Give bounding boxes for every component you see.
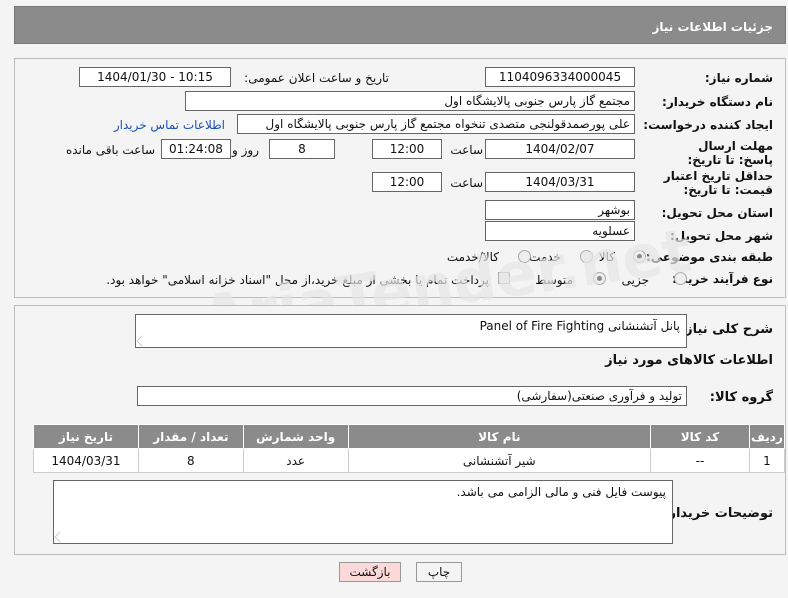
reply-deadline-date[interactable]: 1404/02/07 [485, 139, 635, 159]
buyer-notes-text: پیوست فایل فنی و مالی الزامی می باشد. [456, 485, 666, 499]
goods-panel: شرح کلی نیاز: پانل آتشنشانی Panel of Fir… [14, 305, 786, 555]
cell-goods-code: -- [650, 448, 750, 473]
print-button[interactable]: چاپ [416, 562, 462, 582]
announce-datetime-label: تاریخ و ساعت اعلان عمومی: [244, 71, 389, 85]
general-description-field[interactable]: پانل آتشنشانی Panel of Fire Fighting [135, 314, 687, 348]
time-remaining-field[interactable]: 01:24:08 [161, 139, 231, 159]
page-header: جزئیات اطلاعات نیاز [14, 6, 786, 44]
requester-label: ایجاد کننده درخواست: [643, 118, 773, 132]
cell-row-number: 1 [748, 448, 786, 473]
page-title: جزئیات اطلاعات نیاز [652, 20, 773, 34]
days-remaining-field[interactable]: 8 [269, 139, 335, 159]
province-field[interactable]: بوشهر [485, 200, 635, 220]
announce-datetime-field[interactable]: 1404/01/30 - 10:15 [79, 67, 231, 87]
resize-grip-icon[interactable] [136, 335, 148, 347]
col-row-number: ردیف [748, 424, 786, 449]
requester-field[interactable]: علی پورصمدقولنجی متصدی تنخواه مجتمع گاز … [237, 114, 635, 134]
buyer-org-field[interactable]: مجتمع گاز پارس جنوبی پالایشگاه اول [185, 91, 635, 111]
cell-quantity: 8 [137, 448, 244, 473]
price-validity-date[interactable]: 1404/03/31 [485, 172, 635, 192]
general-description-label: شرح کلی نیاز: [679, 322, 773, 337]
buyer-notes-label: توضیحات خریدار: [663, 506, 773, 521]
table-row[interactable]: 1 -- شیر آتشنشانی عدد 8 1404/03/31 [33, 448, 786, 473]
need-number-field[interactable]: 1104096334000045 [485, 67, 635, 87]
goods-group-label: گروه کالا: [709, 390, 773, 405]
back-button[interactable]: بازگشت [339, 562, 401, 582]
need-number-label: شماره نیاز: [704, 71, 773, 85]
buyer-org-label: نام دستگاه خریدار: [662, 95, 773, 109]
reply-deadline-time-label: ساعت [450, 143, 483, 157]
goods-table-header: ردیف کد کالا نام کالا واحد شمارش تعداد /… [33, 424, 786, 449]
reply-deadline-time[interactable]: 12:00 [372, 139, 442, 159]
buyer-notes-field[interactable]: پیوست فایل فنی و مالی الزامی می باشد. [53, 480, 673, 544]
col-goods-code: کد کالا [650, 424, 750, 449]
goods-info-title: اطلاعات کالاهای مورد نیاز [605, 353, 773, 368]
reply-deadline-label: مهلت ارسال پاسخ: تا تاریخ: [687, 139, 774, 167]
col-need-date: تاریخ نیاز [33, 424, 139, 449]
col-goods-name: نام کالا [347, 424, 652, 449]
page: جزئیات اطلاعات نیاز شماره نیاز: 11040963… [0, 0, 788, 598]
price-validity-label: حداقل تاریخ اعتبار قیمت: تا تاریخ: [663, 169, 773, 197]
goods-group-field[interactable]: تولید و فرآوری صنعتی(سفارشی) [137, 386, 687, 406]
resize-grip-icon[interactable] [54, 531, 66, 543]
cell-goods-name: شیر آتشنشانی [347, 448, 652, 473]
cell-unit: عدد [242, 448, 349, 473]
buyer-contact-link[interactable]: اطلاعات تماس خریدار [114, 118, 225, 132]
price-validity-time-label: ساعت [450, 176, 483, 190]
goods-table: ردیف کد کالا نام کالا واحد شمارش تعداد /… [33, 424, 786, 473]
price-validity-time[interactable]: 12:00 [372, 172, 442, 192]
general-description-text: پانل آتشنشانی Panel of Fire Fighting [479, 319, 680, 333]
cell-need-date: 1404/03/31 [33, 448, 139, 473]
days-label: روز و [232, 143, 259, 157]
col-quantity: تعداد / مقدار [137, 424, 244, 449]
time-remaining-label: ساعت باقی مانده [65, 143, 155, 157]
col-unit: واحد شمارش [242, 424, 349, 449]
